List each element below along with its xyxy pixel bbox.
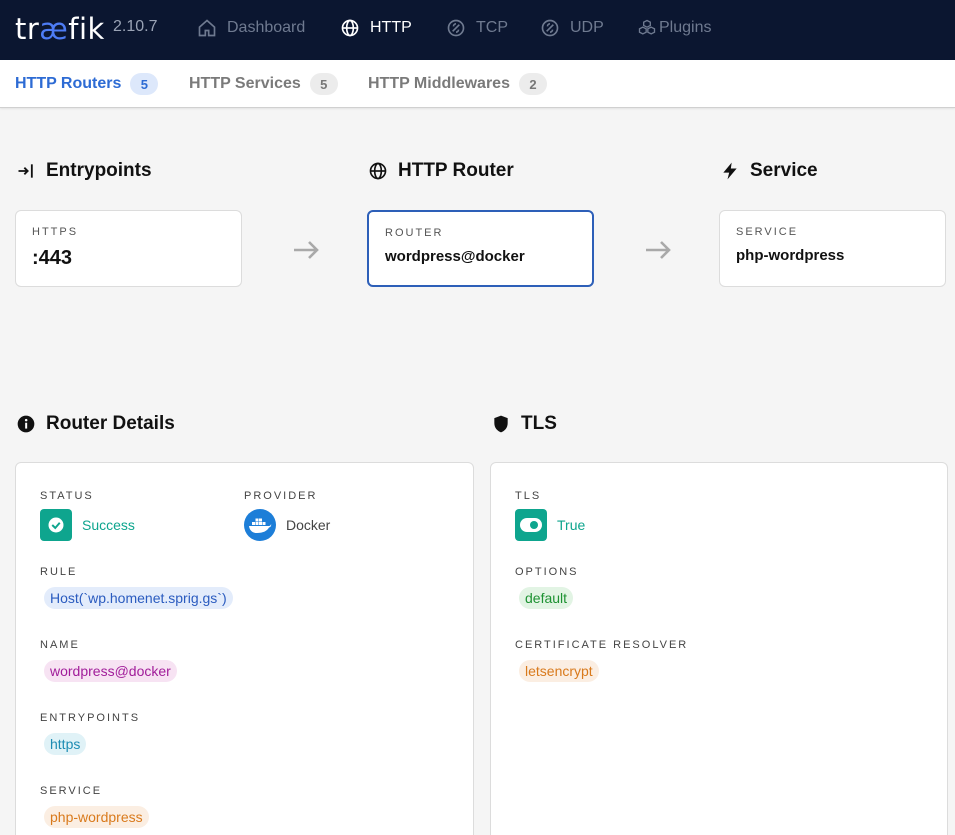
top-navbar: træfik 2.10.7 Dashboard HTTP TCP UDP Plu… [0, 0, 955, 60]
toggle-on-icon [515, 509, 547, 541]
nav-plugins[interactable]: Plugins [637, 16, 711, 40]
tls-indicator: True [515, 509, 585, 541]
provider-value: Docker [286, 517, 331, 533]
router-card[interactable]: ROUTER wordpress@docker [367, 210, 594, 287]
globe-icon [341, 19, 359, 37]
traefik-logo[interactable]: træfik [15, 12, 105, 46]
version-label: 2.10.7 [113, 18, 158, 35]
udp-icon [541, 19, 559, 37]
nav-tcp[interactable]: TCP [446, 16, 508, 40]
count-badge: 5 [130, 73, 159, 95]
docker-icon [244, 509, 276, 541]
tab-http-middlewares[interactable]: HTTP Middlewares 2 [368, 72, 547, 96]
sub-navbar: HTTP Routers 5 HTTP Services 5 HTTP Midd… [0, 60, 955, 108]
info-icon [17, 415, 35, 433]
cert-resolver-label: CERTIFICATE RESOLVER [515, 639, 689, 651]
count-badge: 2 [518, 73, 547, 95]
entrypoints-chip: https [44, 733, 87, 755]
tab-http-routers[interactable]: HTTP Routers 5 [15, 72, 159, 96]
tls-panel: TLS True OPTIONS default CERTIFICATE RES… [490, 462, 948, 835]
nav-dashboard[interactable]: Dashboard [197, 16, 305, 40]
router-details-panel: STATUS Success PROVIDER Docker RULE Host… [15, 462, 474, 835]
globe-icon [369, 162, 387, 180]
arrow-right-icon [646, 241, 671, 259]
tcp-icon [447, 19, 465, 37]
service-heading: Service [720, 158, 818, 184]
nav-http[interactable]: HTTP [340, 16, 412, 40]
arrow-right-icon [294, 241, 319, 259]
tls-value: True [557, 517, 586, 533]
status-label: STATUS [40, 490, 94, 502]
tls-heading: TLS [491, 411, 557, 437]
options-chip: default [519, 587, 574, 609]
name-chip: wordpress@docker [44, 660, 177, 682]
sign-in-icon [18, 164, 33, 178]
service-chip: php-wordpress [44, 806, 149, 828]
service-label: SERVICE [40, 785, 103, 797]
entrypoints-label: ENTRYPOINTS [40, 712, 141, 724]
tls-label: TLS [515, 490, 542, 502]
rule-label: RULE [40, 566, 78, 578]
name-label: NAME [40, 639, 80, 651]
provider-indicator: Docker [244, 509, 330, 541]
count-badge: 5 [309, 73, 338, 95]
tab-http-services[interactable]: HTTP Services 5 [189, 72, 338, 96]
router-details-heading: Router Details [16, 411, 175, 437]
entrypoint-card[interactable]: HTTPS :443 [15, 210, 242, 287]
check-circle-icon [40, 509, 72, 541]
options-label: OPTIONS [515, 566, 579, 578]
status-indicator: Success [40, 509, 135, 541]
http-router-heading: HTTP Router [368, 158, 514, 184]
shield-icon [494, 415, 508, 433]
nav-udp[interactable]: UDP [540, 16, 604, 40]
home-icon [198, 19, 216, 37]
service-card[interactable]: SERVICE php-wordpress [719, 210, 946, 287]
bolt-icon [723, 162, 737, 180]
provider-label: PROVIDER [244, 490, 318, 502]
status-value: Success [82, 517, 135, 533]
cert-resolver-chip: letsencrypt [519, 660, 599, 682]
cubes-icon [638, 19, 656, 35]
rule-chip: Host(`wp.homenet.sprig.gs`) [44, 587, 233, 609]
entrypoints-heading: Entrypoints [16, 158, 152, 184]
